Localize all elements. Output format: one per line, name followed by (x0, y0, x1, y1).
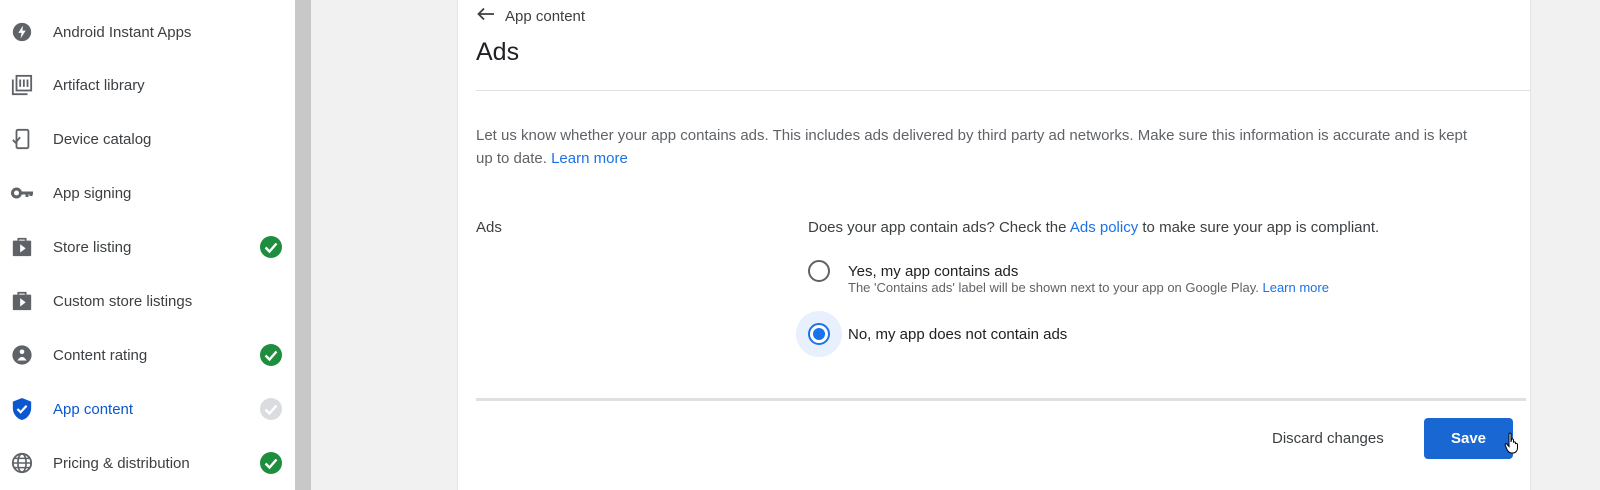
sidebar-item-label: Store listing (53, 238, 132, 256)
yes-help-learn-more-link[interactable]: Learn more (1262, 280, 1328, 295)
radio-option-no[interactable]: No, my app does not contain ads (796, 311, 1068, 357)
store-icon (10, 235, 34, 259)
sidebar-item-content-rating[interactable]: Content rating (0, 328, 295, 382)
sidebar-item-label: Pricing & distribution (53, 454, 190, 472)
back-link[interactable]: App content (477, 5, 585, 27)
sidebar-item-app-signing[interactable]: App signing (0, 166, 295, 220)
pending-check-icon (259, 397, 283, 421)
sidebar-item-label: Device catalog (53, 130, 152, 148)
radio-no-button[interactable] (808, 323, 830, 345)
radio-yes-label: Yes, my app contains ads (848, 262, 1019, 280)
page-title: Ads (476, 38, 520, 66)
section-label: Ads (476, 219, 502, 236)
sidebar-item-android-instant-apps[interactable]: Android Instant Apps (0, 5, 295, 59)
radio-yes-help-text: The 'Contains ads' label will be shown n… (848, 280, 1259, 295)
shield-icon (10, 397, 34, 421)
sidebar-item-label: Custom store listings (53, 292, 193, 310)
complete-check-icon (259, 343, 283, 367)
ads-policy-link[interactable]: Ads policy (1070, 219, 1138, 236)
content-card (457, 0, 1531, 490)
hand-cursor-icon (1504, 432, 1520, 454)
device-catalog-icon (10, 127, 34, 151)
sidebar: Android Instant Apps Artifact library De… (0, 0, 295, 490)
content-rating-icon (10, 343, 34, 367)
sidebar-item-custom-store-listings[interactable]: Custom store listings (0, 274, 295, 328)
sidebar-item-artifact-library[interactable]: Artifact library (0, 58, 295, 112)
sidebar-item-pricing-distribution[interactable]: Pricing & distribution (0, 436, 295, 490)
radio-yes-help: The 'Contains ads' label will be shown n… (848, 280, 1329, 295)
intro-text: Let us know whether your app contains ad… (476, 124, 1476, 170)
sidebar-item-label: App signing (53, 184, 132, 202)
arrow-back-icon (477, 7, 495, 25)
question-prefix: Does your app contain ads? Check the (808, 219, 1067, 236)
instant-apps-icon (10, 20, 34, 44)
globe-icon (10, 451, 34, 475)
sidebar-item-device-catalog[interactable]: Device catalog (0, 112, 295, 166)
library-icon (10, 73, 34, 97)
discard-changes-button[interactable]: Discard changes (1272, 424, 1384, 452)
sidebar-item-store-listing[interactable]: Store listing (0, 220, 295, 274)
key-icon (10, 181, 34, 205)
sidebar-item-app-content[interactable]: App content (0, 382, 295, 436)
ads-question: Does your app contain ads? Check the Ads… (808, 219, 1379, 236)
divider (476, 398, 1526, 401)
radio-halo (796, 248, 842, 294)
radio-no-label: No, my app does not contain ads (848, 325, 1068, 343)
sidebar-item-label: Artifact library (53, 76, 145, 94)
store-icon (10, 289, 34, 313)
divider (476, 90, 1531, 91)
radio-halo (796, 311, 842, 357)
save-button[interactable]: Save (1424, 418, 1513, 459)
sidebar-scrollbar[interactable] (295, 0, 311, 490)
radio-selected-dot (813, 328, 825, 340)
sidebar-item-label: Android Instant Apps (53, 23, 192, 41)
complete-check-icon (259, 235, 283, 259)
learn-more-link[interactable]: Learn more (551, 150, 628, 167)
app-root: Android Instant Apps Artifact library De… (0, 0, 1600, 490)
sidebar-item-label: Content rating (53, 346, 148, 364)
complete-check-icon (259, 451, 283, 475)
question-suffix: to make sure your app is compliant. (1142, 219, 1380, 236)
back-link-label: App content (505, 7, 586, 25)
radio-yes-button[interactable] (808, 260, 830, 282)
sidebar-item-label: App content (53, 400, 134, 418)
